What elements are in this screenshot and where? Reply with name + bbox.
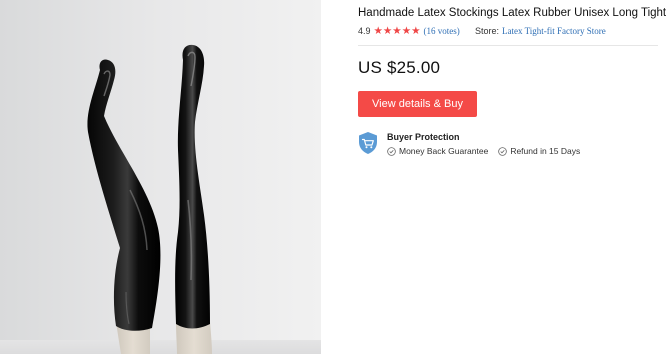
votes-link[interactable]: (16 votes) — [423, 26, 459, 36]
star-icon: ★ — [382, 25, 393, 37]
rating-value: 4.9 — [358, 26, 371, 36]
product-title[interactable]: Handmade Latex Stockings Latex Rubber Un… — [358, 7, 670, 19]
star-icon: ★ — [373, 25, 383, 37]
guarantee-item: Refund in 15 Days — [498, 146, 580, 156]
product-info-panel: Handmade Latex Stockings Latex Rubber Un… — [358, 0, 670, 354]
rating-stars: ★ ★ ★ ★ ★ — [373, 25, 421, 37]
divider — [358, 45, 658, 46]
product-image[interactable] — [0, 0, 321, 354]
shield-cart-icon — [359, 132, 377, 154]
star-icon: ★ — [392, 25, 402, 37]
rating-row: 4.9 ★ ★ ★ ★ ★ (16 votes) Store: Latex Tig… — [358, 24, 606, 38]
guarantee-list: Money Back Guarantee Refund in 15 Days — [387, 146, 580, 156]
guarantee-item: Money Back Guarantee — [387, 146, 488, 156]
view-details-buy-button[interactable]: View details & Buy — [358, 91, 477, 117]
buyer-protection-title: Buyer Protection — [387, 132, 460, 142]
star-icon: ★ — [411, 25, 421, 37]
guarantee-label: Money Back Guarantee — [399, 146, 489, 156]
check-circle-icon — [498, 146, 508, 156]
price: US $25.00 — [358, 58, 441, 77]
store-info: Store: Latex Tight-fit Factory Store — [475, 24, 606, 38]
store-label: Store: — [475, 26, 500, 36]
check-circle-icon — [387, 146, 396, 156]
store-link[interactable]: Latex Tight-fit Factory Store — [502, 26, 606, 36]
star-icon: ★ — [401, 25, 412, 37]
product-photo — [0, 0, 321, 354]
guarantee-label: Refund in 15 Days — [510, 146, 581, 156]
